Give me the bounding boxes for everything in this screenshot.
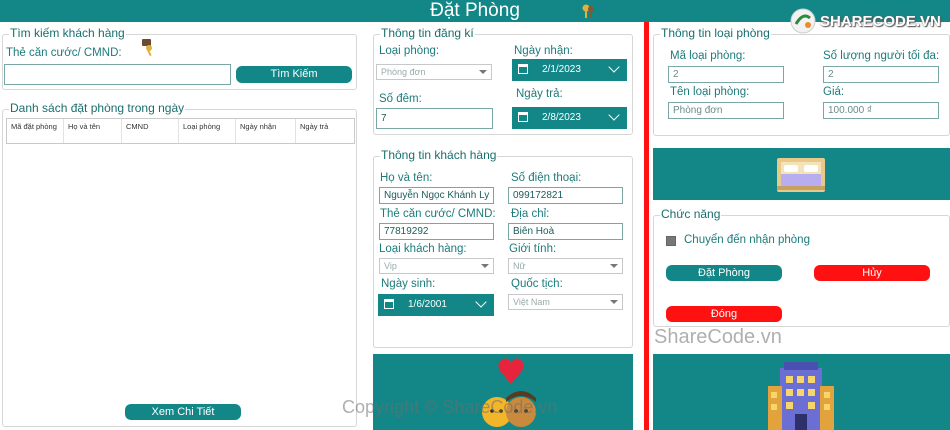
- column-header[interactable]: Họ và tên: [64, 119, 122, 143]
- nationality-value: Việt Nam: [513, 297, 550, 307]
- room-name-label: Tên loại phòng:: [670, 86, 750, 98]
- nights-input[interactable]: 7: [376, 108, 493, 129]
- column-header[interactable]: Ngày nhận: [236, 119, 296, 143]
- room-type-label: Loại phòng:: [379, 45, 440, 57]
- dob-label: Ngày sinh:: [381, 278, 436, 290]
- cancel-button[interactable]: Hủy: [814, 265, 930, 281]
- search-id-label: Thẻ căn cước/ CMND:: [6, 47, 122, 59]
- gender-label: Giới tính:: [509, 243, 557, 255]
- booking-list-legend: Danh sách đặt phòng trong ngày: [9, 101, 186, 115]
- dob-value: 1/6/2001: [408, 299, 447, 310]
- calendar-icon: [384, 299, 394, 309]
- chevron-down-icon: [608, 61, 620, 73]
- checkout-datepicker[interactable]: 2/8/2023: [512, 107, 627, 129]
- chevron-down-icon: [610, 300, 618, 304]
- close-button[interactable]: Đóng: [666, 306, 782, 322]
- chevron-down-icon: [608, 109, 620, 121]
- booking-table-header: Mã đặt phòng Họ và tên CMND Loại phòng N…: [6, 118, 355, 144]
- gender-select[interactable]: Nữ: [508, 258, 623, 274]
- customer-type-select[interactable]: Vip: [379, 258, 494, 274]
- address-label: Địa chỉ:: [511, 208, 550, 220]
- couple-panel: [373, 354, 633, 430]
- chevron-down-icon: [481, 264, 489, 268]
- hotel-panel: [653, 354, 950, 430]
- column-header[interactable]: Mã đặt phòng: [7, 119, 64, 143]
- customer-type-value: Vip: [384, 261, 397, 271]
- column-divider: [644, 22, 649, 430]
- checkin-value: 2/1/2023: [542, 64, 581, 75]
- transfer-checkbox-label[interactable]: Chuyển đến nhận phòng: [684, 234, 810, 246]
- bed-icon: [777, 158, 825, 192]
- room-code-label: Mã loại phòng:: [670, 50, 746, 62]
- customer-type-label: Loại khách hàng:: [379, 243, 467, 255]
- nights-label: Số đêm:: [379, 93, 422, 105]
- column-header[interactable]: Ngày trả: [296, 119, 354, 143]
- hotel-icon: [768, 362, 834, 430]
- capacity-input[interactable]: 2: [823, 66, 939, 83]
- registration-legend: Thông tin đăng kí: [380, 26, 475, 40]
- address-input[interactable]: Biên Hoà: [508, 223, 623, 240]
- customer-id-input[interactable]: 77819292: [379, 223, 494, 240]
- room-name-input[interactable]: Phòng đơn: [668, 102, 784, 119]
- transfer-checkbox[interactable]: [666, 236, 676, 246]
- key-icon: [142, 39, 152, 57]
- view-details-button[interactable]: Xem Chi Tiết: [125, 404, 241, 420]
- search-legend: Tìm kiếm khách hàng: [9, 26, 126, 40]
- book-button[interactable]: Đặt Phòng: [666, 265, 782, 281]
- phone-input[interactable]: 099172821: [508, 187, 623, 204]
- room-code-input[interactable]: 2: [668, 66, 784, 83]
- calendar-icon: [518, 112, 528, 122]
- price-label: Giá:: [823, 86, 845, 98]
- price-input[interactable]: 100.000 ₫: [823, 102, 939, 119]
- bed-panel: [653, 148, 950, 200]
- room-type-info-legend: Thông tin loại phòng: [660, 26, 771, 40]
- room-type-select[interactable]: Phòng đơn: [376, 64, 492, 80]
- chevron-down-icon: [610, 264, 618, 268]
- gender-value: Nữ: [513, 261, 526, 271]
- column-header[interactable]: CMND: [122, 119, 179, 143]
- customer-legend: Thông tin khách hàng: [380, 148, 498, 162]
- calendar-icon: [518, 64, 528, 74]
- sharecode-logo-icon: [790, 8, 816, 34]
- keys-icon: [582, 4, 594, 18]
- brand-text: SHARECODE.VN: [820, 13, 941, 30]
- search-id-input[interactable]: [4, 64, 231, 85]
- booking-list-group: Danh sách đặt phòng trong ngày: [2, 101, 357, 427]
- watermark-site: ShareCode.vn: [654, 326, 782, 348]
- nationality-select[interactable]: Việt Nam: [508, 294, 623, 310]
- dob-datepicker[interactable]: 1/6/2001: [378, 294, 494, 316]
- search-button[interactable]: Tìm Kiếm: [236, 66, 352, 83]
- checkin-label: Ngày nhận:: [514, 45, 573, 57]
- checkout-label: Ngày trả:: [516, 88, 563, 100]
- phone-label: Số điện thoại:: [511, 172, 582, 184]
- chevron-down-icon: [479, 70, 487, 74]
- customer-name-input[interactable]: Nguyễn Ngọc Khánh Ly: [379, 187, 494, 204]
- checkout-value: 2/8/2023: [542, 112, 581, 123]
- room-type-value: Phòng đơn: [381, 67, 426, 77]
- customer-id-label: Thẻ căn cước/ CMND:: [380, 208, 496, 220]
- watermark-copyright: Copyright © ShareCode.vn: [342, 397, 558, 417]
- checkin-datepicker[interactable]: 2/1/2023: [512, 59, 627, 81]
- column-header[interactable]: Loại phòng: [179, 119, 236, 143]
- chevron-down-icon: [475, 296, 487, 308]
- capacity-label: Số lượng người tối đa:: [823, 50, 940, 62]
- couple-icon: [482, 358, 536, 427]
- functions-legend: Chức năng: [660, 207, 722, 221]
- customer-name-label: Họ và tên:: [380, 172, 433, 184]
- nationality-label: Quốc tịch:: [511, 278, 563, 290]
